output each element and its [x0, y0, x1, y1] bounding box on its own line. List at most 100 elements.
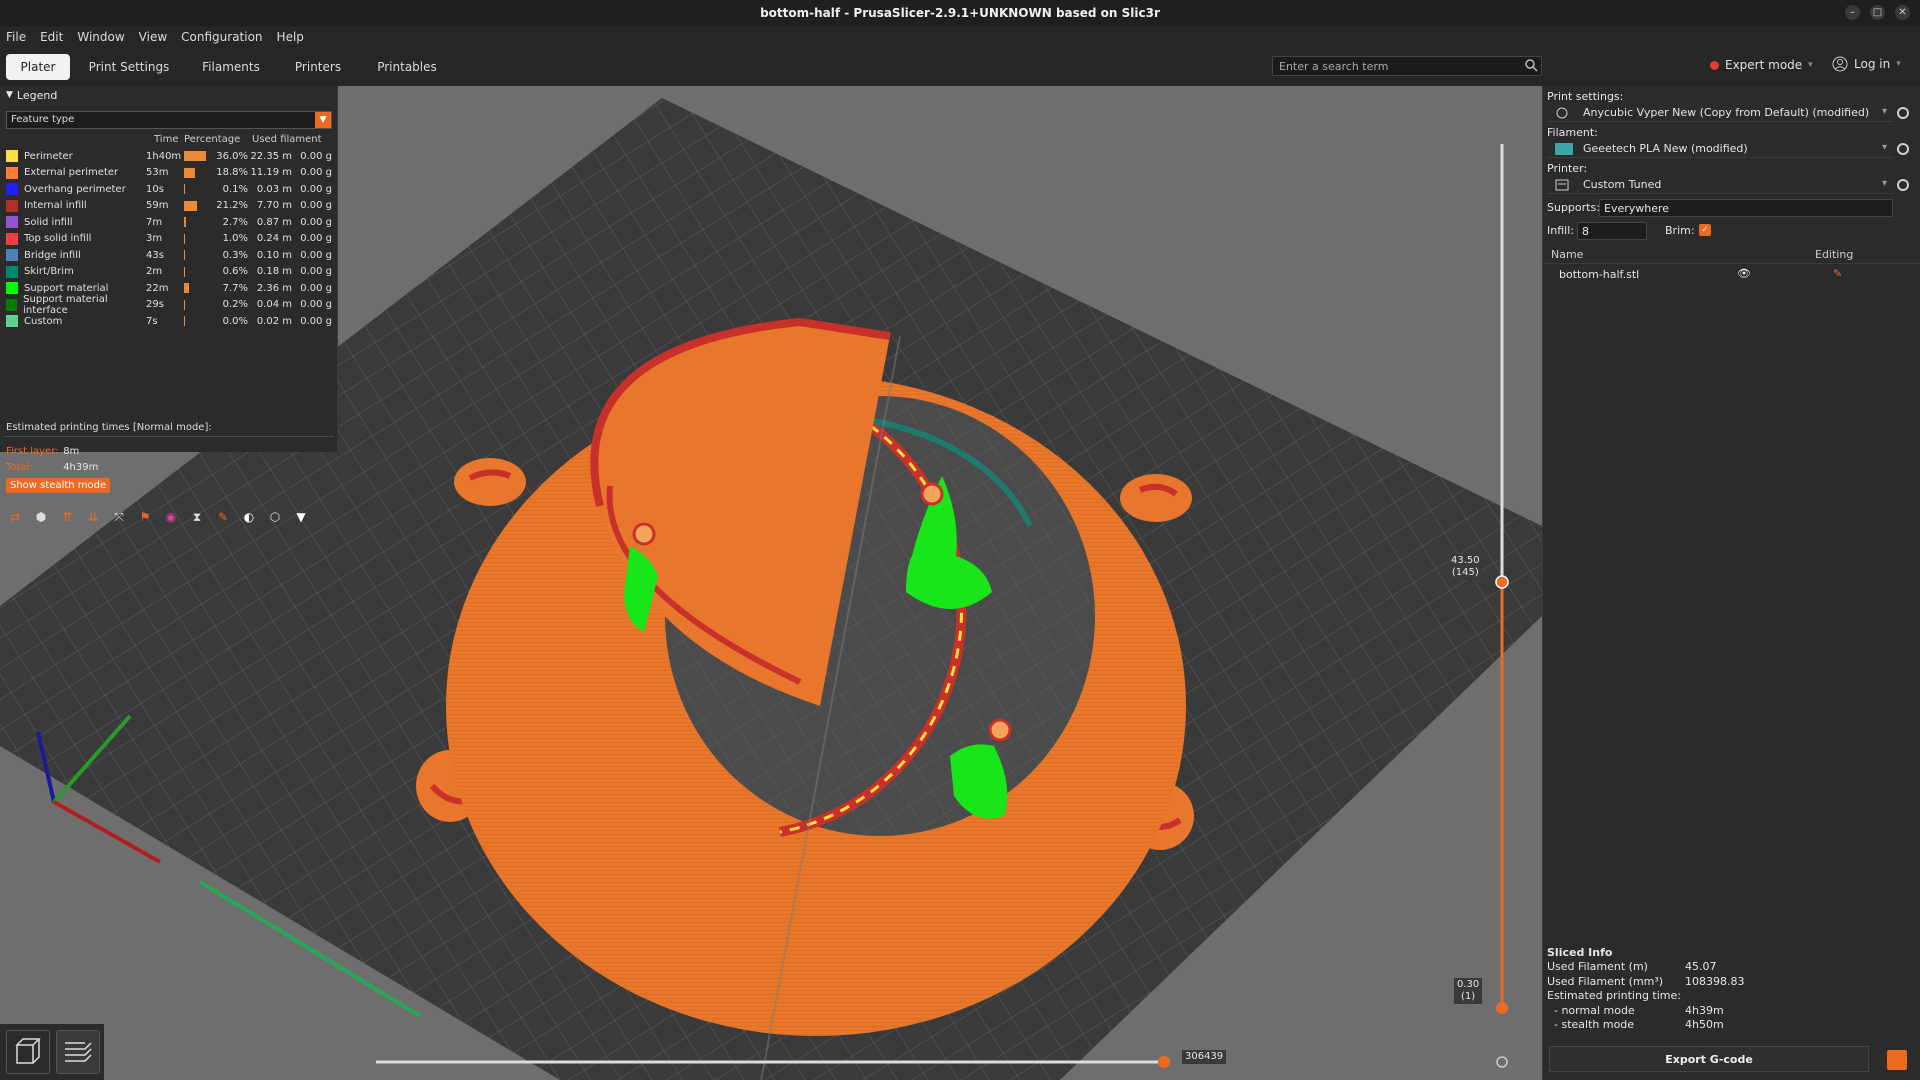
- print-settings-combo[interactable]: Anycubic Vyper New (Copy from Default) (…: [1547, 104, 1893, 122]
- preview-icon[interactable]: [56, 1030, 100, 1074]
- legend-row[interactable]: Overhang perimeter 10s 0.1% 0.03 m 0.00 …: [6, 181, 336, 198]
- move-value-label: 306439: [1182, 1050, 1227, 1064]
- legend-row[interactable]: Solid infill 7m 2.7% 0.87 m 0.00 g: [6, 214, 336, 231]
- menu-edit[interactable]: Edit: [40, 30, 63, 44]
- gear-icon[interactable]: [1897, 143, 1909, 155]
- legend-item: External perimeter: [6, 166, 146, 179]
- legend-weight: 0.00 g: [300, 233, 332, 245]
- search-input[interactable]: Enter a search term: [1272, 56, 1542, 76]
- infill-select[interactable]: 8: [1577, 222, 1647, 240]
- legend-length: 0.87 m: [256, 216, 292, 228]
- legend-time: 43s: [146, 249, 164, 261]
- legend-name: Bridge infill: [24, 249, 81, 261]
- edit-icon[interactable]: ✎: [1833, 267, 1842, 280]
- custom-gcodes-icon[interactable]: ✎: [214, 508, 232, 526]
- total-value: 4h39m: [63, 462, 99, 473]
- deretractions-icon[interactable]: ⇊: [84, 508, 102, 526]
- legend-item: Overhang perimeter: [6, 183, 146, 196]
- retractions-icon[interactable]: ⇈: [58, 508, 76, 526]
- color-changes-icon[interactable]: ◉: [162, 508, 180, 526]
- legend-row[interactable]: Skirt/Brim 2m 0.6% 0.18 m 0.00 g: [6, 264, 336, 281]
- move-slider-thumb[interactable]: [1158, 1056, 1170, 1068]
- col-used: Used filament: [252, 134, 322, 145]
- maximize-button[interactable]: □: [1870, 5, 1885, 20]
- send-to-printer-icon[interactable]: [1887, 1050, 1907, 1070]
- tool-changes-icon[interactable]: ⚑: [136, 508, 154, 526]
- legend-bar: [184, 217, 186, 228]
- tab-filaments[interactable]: Filaments: [196, 54, 266, 80]
- print-settings-value: Anycubic Vyper New (Copy from Default) (…: [1583, 106, 1870, 119]
- legend-swatch: [6, 183, 18, 196]
- legend-row[interactable]: External perimeter 53m 18.8% 11.19 m 0.0…: [6, 165, 336, 182]
- legend-percentage: 36.0%: [216, 150, 248, 162]
- layer-slider-bottom-thumb[interactable]: [1496, 1002, 1508, 1014]
- tab-printables[interactable]: Printables: [372, 54, 442, 80]
- close-button[interactable]: ✕: [1895, 5, 1910, 20]
- view-type-value: Feature type: [11, 114, 75, 125]
- printer-combo[interactable]: Custom Tuned ▾: [1547, 176, 1893, 194]
- 3d-view-icon[interactable]: [6, 1030, 50, 1074]
- legend-length: 0.18 m: [256, 266, 292, 278]
- menu-file[interactable]: File: [6, 30, 26, 44]
- menu-window[interactable]: Window: [77, 30, 124, 44]
- minimize-button[interactable]: –: [1845, 5, 1860, 20]
- seams-icon[interactable]: ⤧: [110, 508, 128, 526]
- legend-time: 10s: [146, 183, 164, 195]
- legend-row[interactable]: Top solid infill 3m 1.0% 0.24 m 0.00 g: [6, 231, 336, 248]
- legend-swatch: [6, 265, 18, 278]
- filament-combo[interactable]: Geeetech PLA New (modified) ▾: [1547, 140, 1893, 158]
- legend-time: 22m: [146, 282, 169, 294]
- pause-prints-icon[interactable]: ⧗: [188, 508, 206, 526]
- legend-row[interactable]: Perimeter 1h40m 36.0% 22.35 m 0.00 g: [6, 148, 336, 165]
- travel-icon[interactable]: ⇄: [6, 508, 24, 526]
- tab-print-settings[interactable]: Print Settings: [86, 54, 172, 80]
- legend-length: 0.02 m: [256, 315, 292, 327]
- tab-printers[interactable]: Printers: [290, 54, 346, 80]
- object-row[interactable]: bottom-half.stl 👁 ✎: [1543, 266, 1920, 284]
- shells-icon[interactable]: ⬡: [266, 508, 284, 526]
- show-stealth-mode-button[interactable]: Show stealth mode: [6, 478, 111, 493]
- layer-top-label: 43.50 (145): [1448, 554, 1483, 580]
- legend-header[interactable]: ▼ Legend: [0, 86, 337, 104]
- legend-swatch: [6, 150, 18, 163]
- supports-select[interactable]: Everywhere: [1599, 199, 1893, 217]
- brim-checkbox[interactable]: ✓: [1699, 224, 1711, 236]
- mode-selector[interactable]: Expert mode ▾: [1710, 58, 1813, 72]
- login-button[interactable]: Log in ▾: [1832, 56, 1901, 72]
- settings-icon[interactable]: [1496, 1056, 1508, 1068]
- legend-weight: 0.00 g: [300, 315, 332, 327]
- legend-name: Top solid infill: [24, 233, 92, 245]
- menu-configuration[interactable]: Configuration: [181, 30, 262, 44]
- sliced-info-value: 4h50m: [1685, 1018, 1724, 1031]
- sliced-info-row: Used Filament (mm³) 108398.83: [1547, 975, 1917, 990]
- gear-icon[interactable]: [1897, 107, 1909, 119]
- legend-name: External perimeter: [24, 167, 119, 179]
- login-label: Log in: [1854, 57, 1891, 71]
- menu-help[interactable]: Help: [277, 30, 304, 44]
- legend-bar-cell: [184, 299, 214, 310]
- chevron-down-icon: ▾: [1896, 59, 1901, 69]
- legend-bar: [184, 184, 185, 195]
- legend-time: 1h40m: [146, 150, 182, 162]
- layer-slider-top-thumb[interactable]: [1495, 575, 1509, 589]
- legend-row[interactable]: Bridge infill 43s 0.3% 0.10 m 0.00 g: [6, 247, 336, 264]
- legend-bar: [184, 233, 185, 244]
- col-editing: Editing: [1815, 248, 1854, 261]
- legend-weight: 0.00 g: [300, 249, 332, 261]
- view-type-select[interactable]: Feature type ▼: [6, 111, 332, 129]
- eye-icon[interactable]: 👁: [1737, 267, 1751, 280]
- tool-marker-icon[interactable]: ▼: [292, 508, 310, 526]
- menu-view[interactable]: View: [139, 30, 167, 44]
- wipe-icon[interactable]: ⬢: [32, 508, 50, 526]
- legend-row[interactable]: Internal infill 59m 21.2% 7.70 m 0.00 g: [6, 198, 336, 215]
- center-of-gravity-icon[interactable]: ◐: [240, 508, 258, 526]
- legend-row[interactable]: Custom 7s 0.0% 0.02 m 0.00 g: [6, 313, 336, 330]
- legend-row[interactable]: Support material interface 29s 0.2% 0.04…: [6, 294, 336, 316]
- legend-swatch: [6, 315, 18, 328]
- menu-bar: File Edit Window View Configuration Help: [0, 26, 1920, 48]
- search-icon[interactable]: [1524, 58, 1538, 72]
- tab-plater[interactable]: Plater: [6, 54, 70, 80]
- gear-icon[interactable]: [1897, 179, 1909, 191]
- export-gcode-button[interactable]: Export G-code: [1549, 1046, 1869, 1072]
- window-title: bottom-half - PrusaSlicer-2.9.1+UNKNOWN …: [760, 6, 1160, 20]
